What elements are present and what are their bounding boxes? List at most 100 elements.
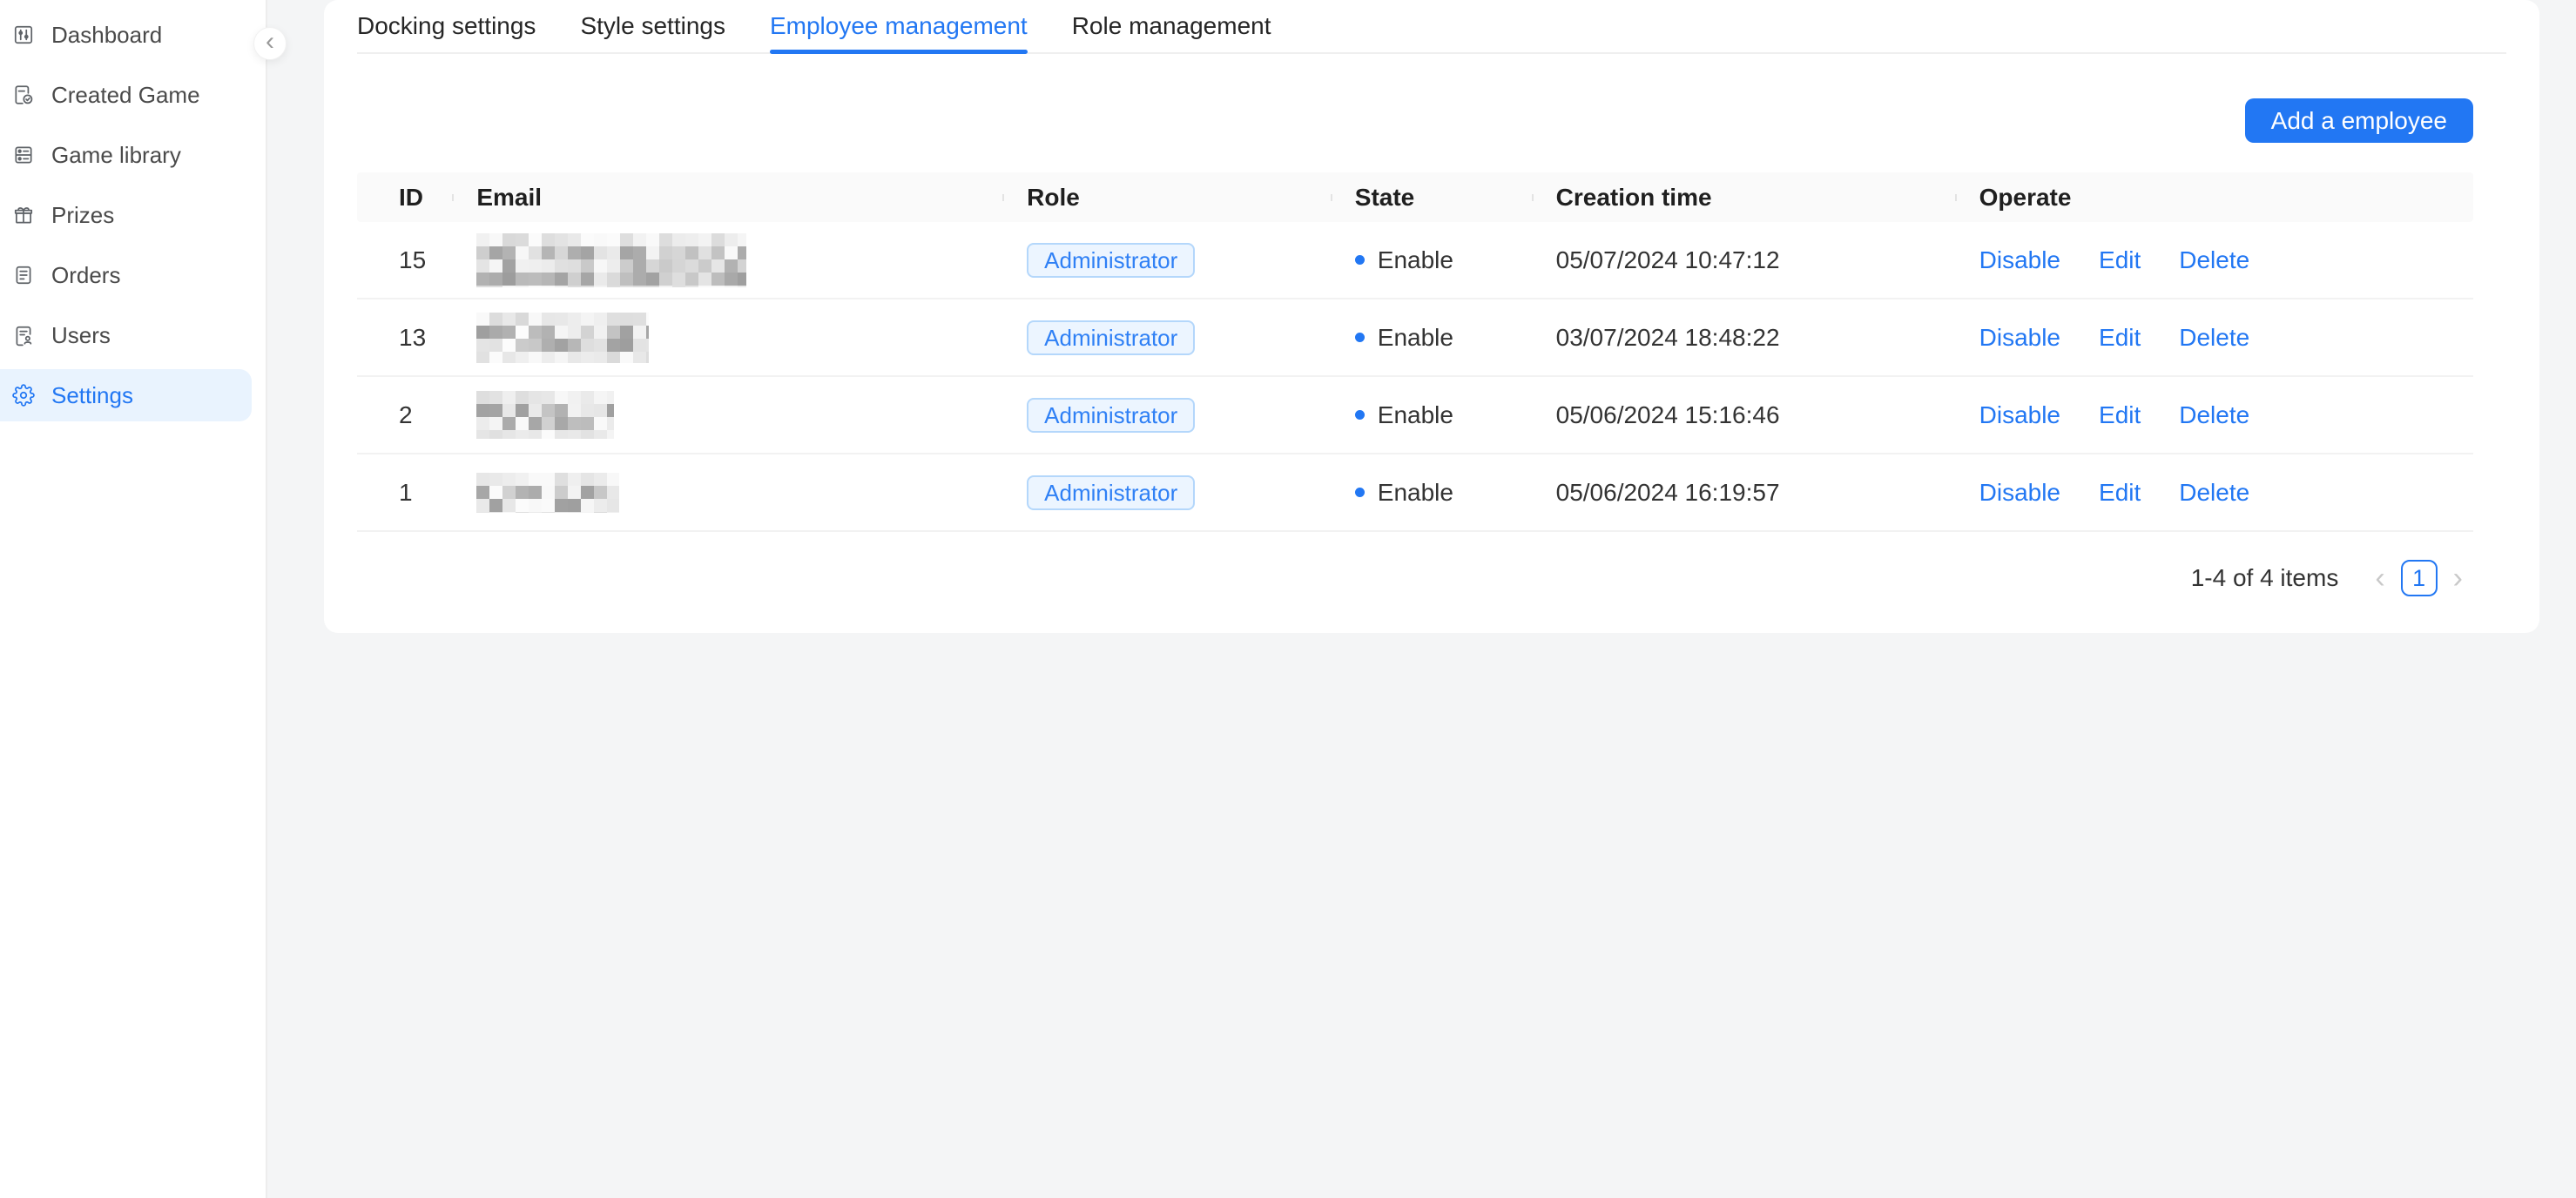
delete-link[interactable]: Delete [2179,401,2249,429]
table-row: 2 Administrator Enable 05/06/2024 15:16:… [357,377,2473,454]
enable-status-dot [1355,488,1365,497]
sidebar-item-prizes[interactable]: Prizes [0,189,266,241]
disable-link[interactable]: Disable [1979,324,2060,352]
cell-id: 2 [357,401,452,429]
prizes-icon [12,204,35,226]
cell-operate: Disable Edit Delete [1955,246,2473,274]
disable-link[interactable]: Disable [1979,479,2060,507]
redacted-email [476,391,614,439]
sidebar-item-settings[interactable]: Settings [0,369,252,421]
employee-table: ID Email Role State Creation time Operat… [357,172,2473,532]
sidebar-item-game-library[interactable]: Game library [0,129,266,181]
sidebar-item-label: Users [51,322,111,349]
dashboard-icon [12,24,35,46]
column-header-role: Role [1002,184,1331,212]
cell-id: 13 [357,324,452,352]
redacted-email [476,313,649,363]
column-header-operate: Operate [1955,184,2473,212]
cell-operate: Disable Edit Delete [1955,401,2473,429]
pagination-summary: 1-4 of 4 items [2191,564,2339,592]
cell-creation-time: 03/07/2024 18:48:22 [1532,324,1955,352]
game-library-icon [12,144,35,166]
cell-id: 15 [357,246,452,274]
tab-role-management[interactable]: Role management [1072,0,1271,52]
edit-link[interactable]: Edit [2099,246,2141,274]
cell-operate: Disable Edit Delete [1955,479,2473,507]
state-label: Enable [1378,401,1453,429]
state-label: Enable [1378,324,1453,352]
tab-employee-management[interactable]: Employee management [770,0,1028,52]
created-game-icon [12,84,35,106]
role-badge: Administrator [1027,398,1195,433]
toolbar: Add a employee [357,98,2473,143]
sidebar: Dashboard Created Game Game library Priz… [0,0,267,1198]
chevron-left-icon: ‹ [266,29,274,55]
redacted-email [476,473,619,513]
sidebar-item-orders[interactable]: Orders [0,249,266,301]
enable-status-dot [1355,255,1365,265]
main-area: Docking settings Style settings Employee… [269,0,2576,1198]
pagination-next-icon[interactable]: › [2443,563,2473,593]
cell-state: Enable [1331,401,1532,429]
column-header-state: State [1331,184,1532,212]
add-employee-button[interactable]: Add a employee [2245,98,2473,143]
cell-creation-time: 05/06/2024 16:19:57 [1532,479,1955,507]
delete-link[interactable]: Delete [2179,479,2249,507]
cell-role: Administrator [1002,398,1331,433]
cell-role: Administrator [1002,475,1331,510]
table-row: 13 Administrator Enable 03/07/2024 18:48… [357,300,2473,377]
redacted-email [476,233,746,287]
table-row: 1 Administrator Enable 05/06/2024 16:19:… [357,454,2473,532]
cell-state: Enable [1331,479,1532,507]
table-row: 15 Administrator Enable 05/07/2024 10:47… [357,222,2473,300]
edit-link[interactable]: Edit [2099,401,2141,429]
cell-state: Enable [1331,324,1532,352]
orders-icon [12,264,35,286]
edit-link[interactable]: Edit [2099,324,2141,352]
sidebar-item-users[interactable]: Users [0,309,266,361]
sidebar-item-label: Orders [51,262,120,289]
delete-link[interactable]: Delete [2179,246,2249,274]
tab-docking-settings[interactable]: Docking settings [357,0,536,52]
state-label: Enable [1378,246,1453,274]
pagination: 1-4 of 4 items ‹ 1 › [357,560,2473,596]
column-header-id: ID [357,184,452,212]
role-badge: Administrator [1027,243,1195,278]
table-header-row: ID Email Role State Creation time Operat… [357,172,2473,222]
sidebar-item-label: Game library [51,142,181,169]
sidebar-item-created-game[interactable]: Created Game [0,69,266,121]
settings-icon [12,384,35,407]
edit-link[interactable]: Edit [2099,479,2141,507]
sidebar-item-dashboard[interactable]: Dashboard [0,9,266,61]
settings-tabs: Docking settings Style settings Employee… [357,0,2506,54]
users-icon [12,324,35,347]
tab-style-settings[interactable]: Style settings [580,0,725,52]
disable-link[interactable]: Disable [1979,401,2060,429]
state-label: Enable [1378,479,1453,507]
cell-operate: Disable Edit Delete [1955,324,2473,352]
sidebar-collapse-button[interactable]: ‹ [253,27,287,60]
cell-id: 1 [357,479,452,507]
sidebar-item-label: Prizes [51,202,114,229]
sidebar-item-label: Settings [51,382,133,409]
role-badge: Administrator [1027,320,1195,355]
cell-creation-time: 05/07/2024 10:47:12 [1532,246,1955,274]
cell-email [452,391,1002,439]
disable-link[interactable]: Disable [1979,246,2060,274]
column-header-email: Email [452,184,1002,212]
enable-status-dot [1355,333,1365,342]
enable-status-dot [1355,410,1365,420]
sidebar-item-label: Dashboard [51,22,162,49]
delete-link[interactable]: Delete [2179,324,2249,352]
cell-role: Administrator [1002,320,1331,355]
cell-email [452,313,1002,363]
content-card: Docking settings Style settings Employee… [324,0,2539,633]
cell-role: Administrator [1002,243,1331,278]
role-badge: Administrator [1027,475,1195,510]
cell-email [452,473,1002,513]
cell-creation-time: 05/06/2024 15:16:46 [1532,401,1955,429]
pagination-prev-icon[interactable]: ‹ [2364,563,2395,593]
cell-state: Enable [1331,246,1532,274]
pagination-page-1[interactable]: 1 [2401,560,2438,596]
cell-email [452,233,1002,287]
